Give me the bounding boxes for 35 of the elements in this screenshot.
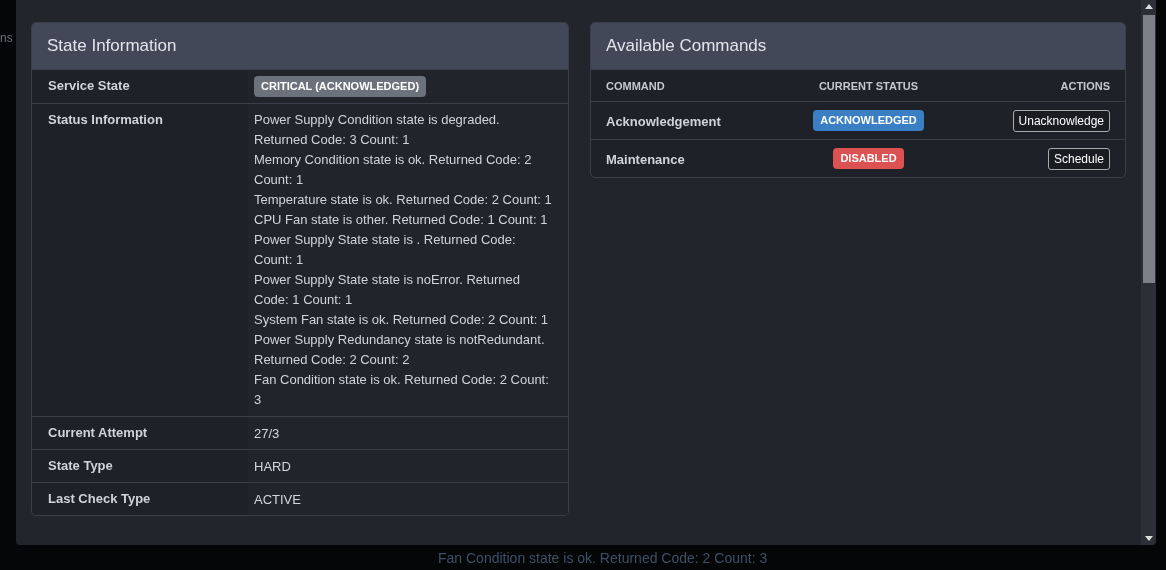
status-message: Fan Condition state is ok. Returned Code: 2 Count: 3 <box>254 371 550 409</box>
row-value: 27/3 <box>254 425 280 443</box>
status-message: Memory Condition state is ok. Returned Code: 2 Count: 1 <box>254 151 533 189</box>
status-message: Power Supply State state is . Returned Code: Count: 1 <box>254 231 517 269</box>
row-value: ACTIVE <box>254 491 301 509</box>
status-badge: DISABLED <box>833 148 904 169</box>
action-button[interactable]: Schedule <box>1047 147 1110 170</box>
row-label: Status Information <box>47 111 164 129</box>
command-name: Maintenance <box>606 151 685 167</box>
status-message: Power Supply Condition state is degraded. Returned Code: 3 Count: 1 <box>254 111 501 149</box>
card-header: Available Commands <box>591 23 1125 69</box>
row-label: Current Attempt <box>47 424 149 442</box>
status-message: Power Supply State state is noError. Returned Code: 1 Count: 1 <box>254 271 521 309</box>
row-label: State Type <box>47 457 114 475</box>
status-message: CPU Fan state is other. Returned Code: 1 Count: 1 <box>254 211 549 229</box>
command-name: Acknowledgement <box>606 113 721 129</box>
row-label: Last Check Type <box>47 490 152 508</box>
action-button[interactable]: Unacknowledge <box>1012 109 1110 132</box>
column-header: CURRENT STATUS <box>817 79 920 92</box>
status-message: Power Supply Redundancy state is notRedundant. Returned Code: 2 Count: 2 <box>254 331 546 369</box>
background-text: Fan Condition state is ok. Returned Code: 2 Count: 3 <box>438 550 768 566</box>
column-header: COMMAND <box>606 79 666 92</box>
row-value: HARD <box>254 458 291 476</box>
scroll-up-icon[interactable] <box>1144 4 1153 9</box>
status-message: System Fan state is ok. Returned Code: 2 Count: 1 <box>254 311 550 329</box>
scrollbar[interactable] <box>1141 0 1156 545</box>
status-badge: CRITICAL (ACKNOWLEDGED) <box>254 76 427 97</box>
status-message: Temperature state is ok. Returned Code: 2 Count: 1 <box>254 191 553 209</box>
background-text: ns <box>0 31 13 45</box>
scroll-down-icon[interactable] <box>1144 536 1153 541</box>
column-header: ACTIONS <box>1059 79 1110 92</box>
scrollbar-thumb[interactable] <box>1142 15 1155 283</box>
row-label: Service State <box>47 77 131 95</box>
card-header: State Information <box>32 23 568 69</box>
status-badge: ACKNOWLEDGED <box>813 110 924 131</box>
